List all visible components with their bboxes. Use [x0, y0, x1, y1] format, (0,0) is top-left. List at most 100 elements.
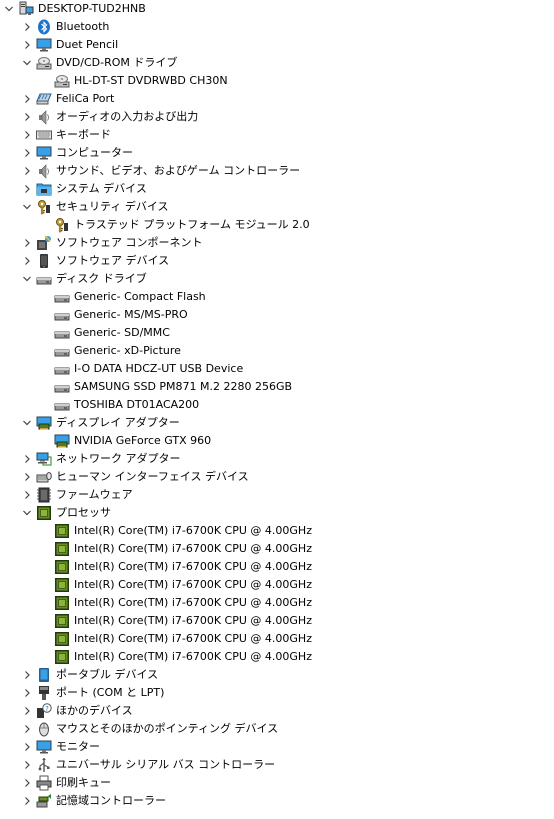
tree-category[interactable]: ディスク ドライブ — [22, 270, 554, 288]
tree-device[interactable]: Intel(R) Core(TM) i7-6700K CPU @ 4.00GHz — [40, 558, 554, 576]
tree-device[interactable]: I-O DATA HDCZ-UT USB Device — [40, 360, 554, 378]
tree-category[interactable]: ソフトウェア デバイス — [22, 252, 554, 270]
tree-item-label[interactable]: ディスク ドライブ — [55, 270, 148, 288]
tree-item-label[interactable]: Intel(R) Core(TM) i7-6700K CPU @ 4.00GHz — [73, 558, 313, 576]
tree-item-label[interactable]: Intel(R) Core(TM) i7-6700K CPU @ 4.00GHz — [73, 612, 313, 630]
tree-item-label[interactable]: ソフトウェア デバイス — [55, 252, 170, 270]
tree-category[interactable]: ソフトウェア コンポーネント — [22, 234, 554, 252]
tree-category[interactable]: コンピューター — [22, 144, 554, 162]
tree-item-label[interactable]: Generic- xD-Picture — [73, 342, 182, 360]
tree-category[interactable]: Bluetooth — [22, 18, 554, 36]
tree-item-label[interactable]: オーディオの入力および出力 — [55, 108, 199, 126]
tree-item-label[interactable]: モニター — [55, 738, 101, 756]
tree-item-label[interactable]: SAMSUNG SSD PM871 M.2 2280 256GB — [73, 378, 293, 396]
tree-category[interactable]: マウスとそのほかのポインティング デバイス — [22, 720, 554, 738]
tree-category[interactable]: ? ほかのデバイス — [22, 702, 554, 720]
tree-category[interactable]: ポータブル デバイス — [22, 666, 554, 684]
chevron-right-icon[interactable] — [22, 684, 32, 702]
tree-item-label[interactable]: プロセッサ — [55, 504, 112, 522]
chevron-right-icon[interactable] — [22, 90, 32, 108]
tree-item-label[interactable]: 印刷キュー — [55, 774, 112, 792]
tree-category[interactable]: プロセッサ — [22, 504, 554, 522]
tree-category[interactable]: ネットワーク アダプター — [22, 450, 554, 468]
tree-item-label[interactable]: DVD/CD-ROM ドライブ — [55, 54, 178, 72]
tree-device[interactable]: Intel(R) Core(TM) i7-6700K CPU @ 4.00GHz — [40, 612, 554, 630]
chevron-right-icon[interactable] — [22, 108, 32, 126]
tree-item-label[interactable]: Generic- SD/MMC — [73, 324, 171, 342]
tree-device[interactable]: Intel(R) Core(TM) i7-6700K CPU @ 4.00GHz — [40, 630, 554, 648]
tree-category[interactable]: モニター — [22, 738, 554, 756]
tree-device[interactable]: Generic- Compact Flash — [40, 288, 554, 306]
chevron-right-icon[interactable] — [22, 666, 32, 684]
tree-device[interactable]: TOSHIBA DT01ACA200 — [40, 396, 554, 414]
tree-item-label[interactable]: システム デバイス — [55, 180, 148, 198]
tree-category[interactable]: キーボード — [22, 126, 554, 144]
tree-item-label[interactable]: セキュリティ デバイス — [55, 198, 170, 216]
tree-item-label[interactable]: サウンド、ビデオ、およびゲーム コントローラー — [55, 162, 301, 180]
tree-item-label[interactable]: TOSHIBA DT01ACA200 — [73, 396, 200, 414]
chevron-right-icon[interactable] — [22, 450, 32, 468]
tree-device[interactable]: トラステッド プラットフォーム モジュール 2.0 — [40, 216, 554, 234]
tree-root[interactable]: DESKTOP-TUD2HNB — [4, 0, 544, 18]
chevron-right-icon[interactable] — [22, 234, 32, 252]
device-tree[interactable]: DESKTOP-TUD2HNB Bluetooth Duet Pencil DVD/… — [0, 0, 554, 819]
tree-item-label[interactable]: Intel(R) Core(TM) i7-6700K CPU @ 4.00GHz — [73, 648, 313, 666]
tree-category[interactable]: ヒューマン インターフェイス デバイス — [22, 468, 554, 486]
tree-item-label[interactable]: HL-DT-ST DVDRWBD CH30N — [73, 72, 229, 90]
tree-device[interactable]: Generic- xD-Picture — [40, 342, 554, 360]
tree-item-label[interactable]: Generic- MS/MS-PRO — [73, 306, 189, 324]
tree-device[interactable]: HL-DT-ST DVDRWBD CH30N — [40, 72, 554, 90]
tree-item-label[interactable]: ヒューマン インターフェイス デバイス — [55, 468, 250, 486]
tree-category[interactable]: オーディオの入力および出力 — [22, 108, 554, 126]
tree-item-label[interactable]: Intel(R) Core(TM) i7-6700K CPU @ 4.00GHz — [73, 594, 313, 612]
chevron-down-icon[interactable] — [22, 270, 32, 288]
chevron-down-icon[interactable] — [22, 54, 32, 72]
chevron-right-icon[interactable] — [22, 792, 32, 810]
tree-item-label[interactable]: Duet Pencil — [55, 36, 119, 54]
chevron-right-icon[interactable] — [22, 144, 32, 162]
tree-item-label[interactable]: Bluetooth — [55, 18, 110, 36]
tree-item-label[interactable]: コンピューター — [55, 144, 134, 162]
tree-item-label[interactable]: キーボード — [55, 126, 112, 144]
tree-device[interactable]: NVIDIA GeForce GTX 960 — [40, 432, 554, 450]
computer-name[interactable]: DESKTOP-TUD2HNB — [37, 0, 147, 18]
chevron-right-icon[interactable] — [22, 126, 32, 144]
tree-item-label[interactable]: I-O DATA HDCZ-UT USB Device — [73, 360, 244, 378]
tree-item-label[interactable]: ファームウェア — [55, 486, 134, 504]
tree-item-label[interactable]: Generic- Compact Flash — [73, 288, 207, 306]
tree-item-label[interactable]: ネットワーク アダプター — [55, 450, 182, 468]
tree-device[interactable]: Intel(R) Core(TM) i7-6700K CPU @ 4.00GHz — [40, 648, 554, 666]
chevron-right-icon[interactable] — [22, 486, 32, 504]
chevron-right-icon[interactable] — [22, 36, 32, 54]
tree-item-label[interactable]: Intel(R) Core(TM) i7-6700K CPU @ 4.00GHz — [73, 576, 313, 594]
tree-category[interactable]: サウンド、ビデオ、およびゲーム コントローラー — [22, 162, 554, 180]
tree-category[interactable]: ファームウェア — [22, 486, 554, 504]
tree-device[interactable]: Intel(R) Core(TM) i7-6700K CPU @ 4.00GHz — [40, 594, 554, 612]
tree-category[interactable]: DVD/CD-ROM ドライブ — [22, 54, 554, 72]
chevron-right-icon[interactable] — [22, 468, 32, 486]
chevron-down-icon[interactable] — [22, 414, 32, 432]
tree-item-label[interactable]: FeliCa Port — [55, 90, 115, 108]
tree-category[interactable]: ディスプレイ アダプター — [22, 414, 554, 432]
tree-item-label[interactable]: マウスとそのほかのポインティング デバイス — [55, 720, 279, 738]
chevron-down-icon[interactable] — [22, 198, 32, 216]
tree-device[interactable]: SAMSUNG SSD PM871 M.2 2280 256GB — [40, 378, 554, 396]
tree-device[interactable]: Intel(R) Core(TM) i7-6700K CPU @ 4.00GHz — [40, 540, 554, 558]
chevron-down-icon[interactable] — [4, 0, 14, 18]
tree-item-label[interactable]: トラステッド プラットフォーム モジュール 2.0 — [73, 216, 311, 234]
tree-item-label[interactable]: NVIDIA GeForce GTX 960 — [73, 432, 212, 450]
chevron-right-icon[interactable] — [22, 18, 32, 36]
tree-device[interactable]: Generic- MS/MS-PRO — [40, 306, 554, 324]
tree-device[interactable]: Generic- SD/MMC — [40, 324, 554, 342]
chevron-right-icon[interactable] — [22, 252, 32, 270]
tree-item-label[interactable]: 記憶域コントローラー — [55, 792, 167, 810]
chevron-right-icon[interactable] — [22, 756, 32, 774]
tree-item-label[interactable]: ポータブル デバイス — [55, 666, 159, 684]
tree-item-label[interactable]: ポート (COM と LPT) — [55, 684, 165, 702]
tree-item-label[interactable]: ソフトウェア コンポーネント — [55, 234, 204, 252]
tree-category[interactable]: システム デバイス — [22, 180, 554, 198]
tree-category[interactable]: ポート (COM と LPT) — [22, 684, 554, 702]
tree-item-label[interactable]: ほかのデバイス — [55, 702, 134, 720]
chevron-right-icon[interactable] — [22, 720, 32, 738]
tree-item-label[interactable]: Intel(R) Core(TM) i7-6700K CPU @ 4.00GHz — [73, 540, 313, 558]
